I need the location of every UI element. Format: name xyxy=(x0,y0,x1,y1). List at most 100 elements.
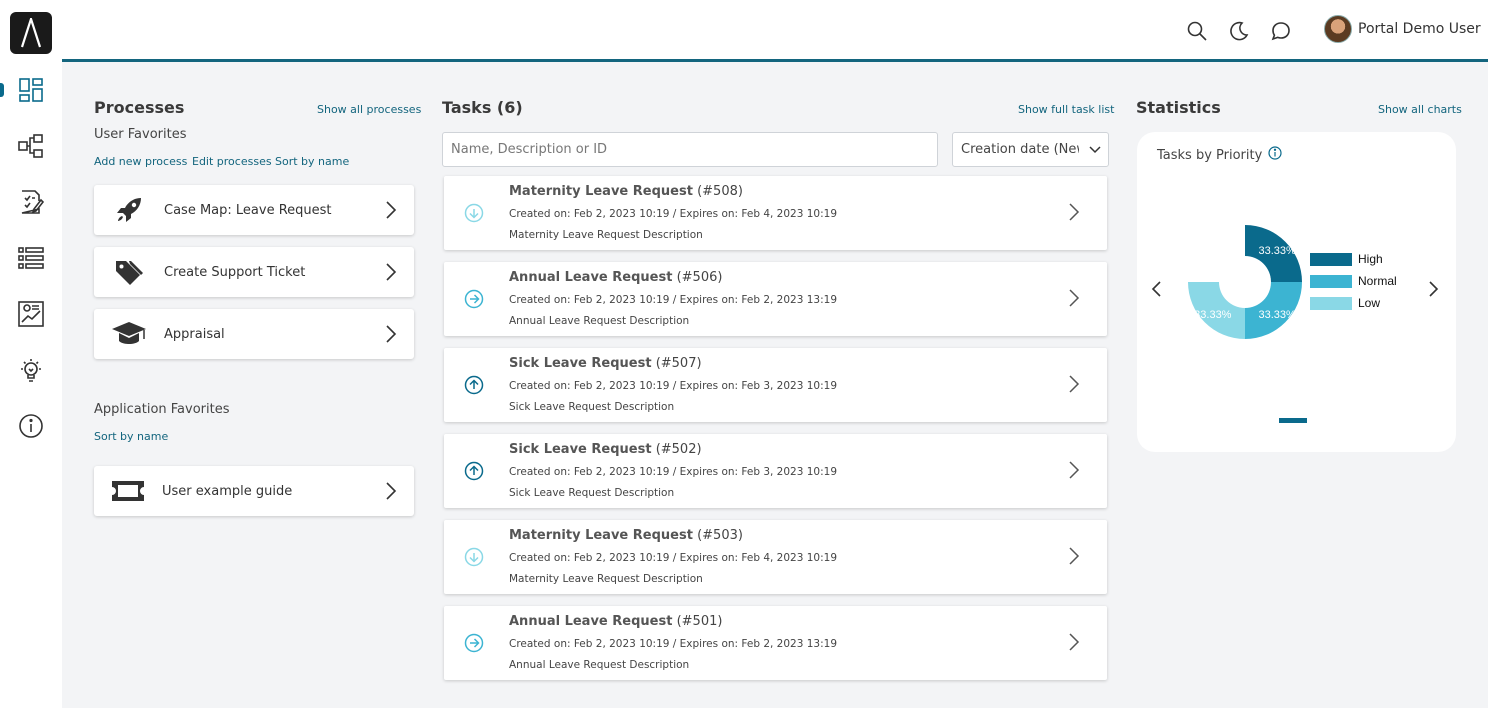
idea-icon[interactable] xyxy=(0,350,62,390)
task-name: Maternity Leave Request xyxy=(509,528,693,543)
app-card-user-example-guide[interactable]: User example guide xyxy=(94,466,414,516)
task-sort-select[interactable]: Creation date (Newest first) xyxy=(952,132,1109,167)
chevron-right-icon xyxy=(368,200,414,220)
carousel-indicator[interactable] xyxy=(1279,418,1307,423)
dashboard-icon[interactable] xyxy=(0,70,62,110)
task-dates: Created on: Feb 2, 2023 10:19 / Expires … xyxy=(509,552,838,564)
chat-icon[interactable] xyxy=(1269,19,1293,43)
task-item[interactable]: Annual Leave Request (#506) Created on: F… xyxy=(444,262,1107,336)
task-id: (#508) xyxy=(697,184,743,199)
process-card-case-map[interactable]: Case Map: Leave Request xyxy=(94,185,414,235)
app-label: User example guide xyxy=(162,483,293,499)
processes-title: Processes xyxy=(94,98,185,117)
tasks-title: Tasks (6) xyxy=(442,98,523,117)
process-label: Appraisal xyxy=(164,326,225,342)
task-item[interactable]: Maternity Leave Request (#508) Created on… xyxy=(444,176,1107,250)
process-label: Case Map: Leave Request xyxy=(164,202,332,218)
tags-icon xyxy=(94,257,164,287)
task-item[interactable]: Sick Leave Request (#502) Created on: Feb… xyxy=(444,434,1107,508)
statistics-title: Statistics xyxy=(1136,98,1221,117)
tasks-icon[interactable] xyxy=(0,182,62,222)
task-id: (#506) xyxy=(676,270,723,285)
task-description: Sick Leave Request Description xyxy=(509,487,675,499)
priority-high-icon xyxy=(464,461,484,481)
info-circle-icon[interactable] xyxy=(1268,146,1282,164)
task-description: Maternity Leave Request Description xyxy=(509,229,703,241)
sort-selected-value: Creation date (Newest first) xyxy=(961,142,1079,157)
show-full-task-list-link[interactable]: Show full task list xyxy=(1018,103,1114,116)
task-name: Annual Leave Request xyxy=(509,614,673,629)
chevron-right-icon xyxy=(1068,546,1080,570)
task-description: Annual Leave Request Description xyxy=(509,659,690,671)
show-all-charts-link[interactable]: Show all charts xyxy=(1378,103,1462,116)
task-dates: Created on: Feb 2, 2023 10:19 / Expires … xyxy=(509,294,838,306)
application-favorites-label: Application Favorites xyxy=(94,402,230,417)
task-search-input[interactable] xyxy=(442,132,938,167)
chart-card: Tasks by Priority 33.33% 33.33% 33.33% Hig… xyxy=(1137,132,1456,452)
legend-label: Normal xyxy=(1358,274,1397,288)
show-all-processes-link[interactable]: Show all processes xyxy=(317,103,421,116)
search-icon[interactable] xyxy=(1185,19,1209,43)
list-icon[interactable] xyxy=(0,238,62,278)
task-title: Annual Leave Request (#506) xyxy=(509,270,722,285)
task-item[interactable]: Maternity Leave Request (#503) Created on… xyxy=(444,520,1107,594)
app-sort-by-name-link[interactable]: Sort by name xyxy=(94,430,168,443)
task-name: Sick Leave Request xyxy=(509,356,652,371)
task-dates: Created on: Feb 2, 2023 10:19 / Expires … xyxy=(509,466,838,478)
task-id: (#507) xyxy=(655,356,702,371)
task-dates: Created on: Feb 2, 2023 10:19 / Expires … xyxy=(509,380,838,392)
legend-swatch xyxy=(1310,252,1352,266)
legend-label: Low xyxy=(1358,296,1381,310)
pie-label: 33.33% xyxy=(1259,245,1297,257)
chevron-right-icon xyxy=(1068,374,1080,398)
pie-label: 33.33% xyxy=(1194,309,1232,321)
chart-next-arrow-icon[interactable] xyxy=(1427,280,1441,302)
left-nav-rail xyxy=(0,0,62,708)
legend-item-normal[interactable]: Normal xyxy=(1310,274,1397,288)
task-title: Sick Leave Request (#502) xyxy=(509,442,702,457)
legend-swatch xyxy=(1310,274,1352,288)
task-title: Maternity Leave Request (#508) xyxy=(509,184,743,199)
task-id: (#501) xyxy=(676,614,723,629)
pie-chart: 33.33% 33.33% 33.33% xyxy=(1188,225,1302,339)
task-id: (#503) xyxy=(697,528,743,543)
user-name: Portal Demo User xyxy=(1358,21,1481,37)
chevron-right-icon xyxy=(368,324,414,344)
task-description: Maternity Leave Request Description xyxy=(509,573,703,585)
rocket-icon xyxy=(94,195,164,225)
chart-title: Tasks by Priority xyxy=(1157,147,1263,163)
axon-logo[interactable] xyxy=(10,12,52,54)
graduation-cap-icon xyxy=(94,319,164,349)
task-title: Sick Leave Request (#507) xyxy=(509,356,702,371)
priority-low-icon xyxy=(464,547,484,567)
sort-by-name-link[interactable]: Sort by name xyxy=(275,155,349,168)
legend-item-low[interactable]: Low xyxy=(1310,296,1380,310)
moon-icon[interactable] xyxy=(1227,19,1251,43)
ticket-icon xyxy=(94,480,162,502)
task-item[interactable]: Sick Leave Request (#507) Created on: Feb… xyxy=(444,348,1107,422)
process-card-appraisal[interactable]: Appraisal xyxy=(94,309,414,359)
chevron-down-icon xyxy=(1088,143,1102,161)
legend-item-high[interactable]: High xyxy=(1310,252,1383,266)
user-favorites-label: User Favorites xyxy=(94,127,187,142)
info-icon[interactable] xyxy=(0,406,62,446)
user-menu[interactable]: Portal Demo User xyxy=(1324,15,1481,43)
task-description: Annual Leave Request Description xyxy=(509,315,690,327)
task-title: Maternity Leave Request (#503) xyxy=(509,528,743,543)
task-item[interactable]: Annual Leave Request (#501) Created on: F… xyxy=(444,606,1107,680)
edit-processes-link[interactable]: Edit processes xyxy=(192,155,272,168)
task-name: Annual Leave Request xyxy=(509,270,673,285)
task-description: Sick Leave Request Description xyxy=(509,401,675,413)
process-icon[interactable] xyxy=(0,126,62,166)
process-card-support-ticket[interactable]: Create Support Ticket xyxy=(94,247,414,297)
chart-prev-arrow-icon[interactable] xyxy=(1149,280,1163,302)
chevron-right-icon xyxy=(1068,460,1080,484)
add-new-process-link[interactable]: Add new process xyxy=(94,155,187,168)
pie-label: 33.33% xyxy=(1259,309,1297,321)
statistics-icon[interactable] xyxy=(0,294,62,334)
task-id: (#502) xyxy=(655,442,702,457)
chevron-right-icon xyxy=(368,262,414,282)
chart-title-row: Tasks by Priority xyxy=(1157,146,1282,164)
chevron-right-icon xyxy=(1068,288,1080,312)
priority-low-icon xyxy=(464,203,484,223)
